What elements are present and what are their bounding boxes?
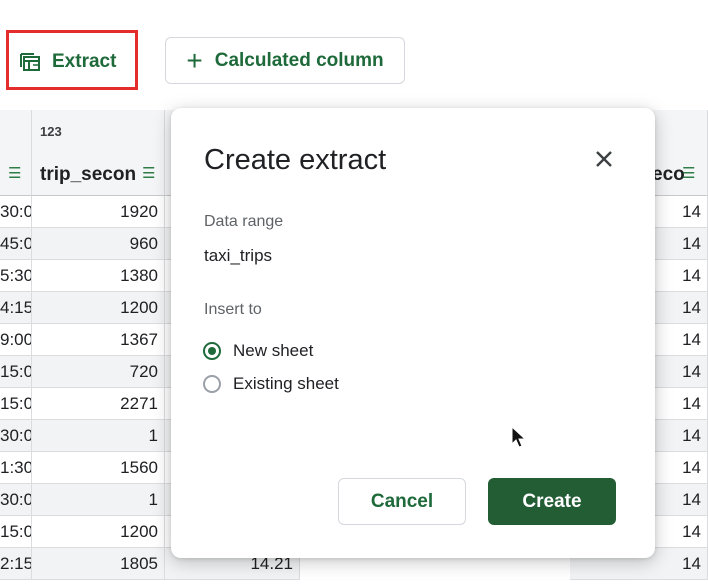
table-cell[interactable]: 2:15 [0, 548, 32, 580]
table-icon [20, 53, 40, 71]
radio-label: Existing sheet [233, 374, 339, 393]
filter-icon[interactable]: ☰ [8, 164, 21, 182]
create-extract-dialog: Create extract Data range taxi_trips Ins… [171, 108, 655, 558]
column-header-label: trip_secon [40, 164, 137, 185]
table-cell[interactable]: 1560 [32, 452, 165, 484]
table-cell[interactable]: 720 [32, 356, 165, 388]
mouse-cursor-icon [511, 426, 527, 448]
number-type-icon: 123 [40, 124, 62, 139]
column-header-label: eco [652, 164, 685, 185]
table-cell[interactable]: 960 [32, 228, 165, 260]
table-cell[interactable]: 45:0 [0, 228, 32, 260]
table-cell[interactable]: 1:30 [0, 452, 32, 484]
dialog-title: Create extract [204, 144, 387, 176]
column-header-0[interactable]: i ☰ [0, 110, 32, 196]
column-header-label: i [0, 164, 1, 186]
table-cell[interactable]: 15:0 [0, 388, 32, 420]
table-cell[interactable]: 1380 [32, 260, 165, 292]
table-cell[interactable]: 1 [32, 420, 165, 452]
calculated-column-label: Calculated column [214, 49, 384, 71]
table-cell[interactable]: 5:30 [0, 260, 32, 292]
filter-icon[interactable]: ☰ [682, 164, 695, 182]
table-cell[interactable]: 1200 [32, 516, 165, 548]
table-cell[interactable]: 1 [32, 484, 165, 516]
table-cell[interactable]: 9:00 [0, 324, 32, 356]
cancel-button[interactable]: Cancel [338, 478, 466, 525]
extract-button[interactable]: Extract [20, 44, 116, 80]
column-0: 30:0 45:0 5:30 4:15 9:00 15:0 15:0 30:0 1:30 30:0… [0, 196, 32, 580]
column-header-trip-seconds[interactable]: 123 trip_secon ☰ [32, 110, 165, 196]
table-cell[interactable]: 2271 [32, 388, 165, 420]
table-cell[interactable]: 30:0 [0, 420, 32, 452]
radio-label: New sheet [233, 341, 314, 360]
close-icon[interactable] [589, 144, 619, 174]
table-cell[interactable]: 1367 [32, 324, 165, 356]
table-cell[interactable]: 1920 [32, 196, 165, 228]
calculated-column-button[interactable]: + Calculated column [165, 37, 405, 84]
radio-button[interactable] [203, 375, 221, 393]
table-cell[interactable]: 30:0 [0, 484, 32, 516]
create-button[interactable]: Create [488, 478, 616, 525]
column-trip-seconds: 1920 960 1380 1200 1367 720 2271 1 1560 1 1200 1805 [32, 196, 165, 580]
table-cell[interactable]: 1200 [32, 292, 165, 324]
insert-to-label: Insert to [204, 301, 262, 318]
data-range-label: Data range [204, 213, 284, 230]
radio-button-selected[interactable] [203, 342, 221, 360]
radio-existing-sheet[interactable]: Existing sheet [203, 374, 339, 394]
extract-label: Extract [52, 51, 117, 72]
table-cell[interactable]: 30:0 [0, 196, 32, 228]
data-range-value: taxi_trips [204, 246, 273, 265]
table-cell[interactable]: 1805 [32, 548, 165, 580]
table-cell[interactable]: 4:15 [0, 292, 32, 324]
radio-new-sheet[interactable]: New sheet [203, 341, 313, 361]
plus-icon: + [186, 44, 203, 76]
filter-icon[interactable]: ☰ [142, 164, 155, 182]
table-cell[interactable]: 15:0 [0, 516, 32, 548]
table-cell[interactable]: 15:0 [0, 356, 32, 388]
